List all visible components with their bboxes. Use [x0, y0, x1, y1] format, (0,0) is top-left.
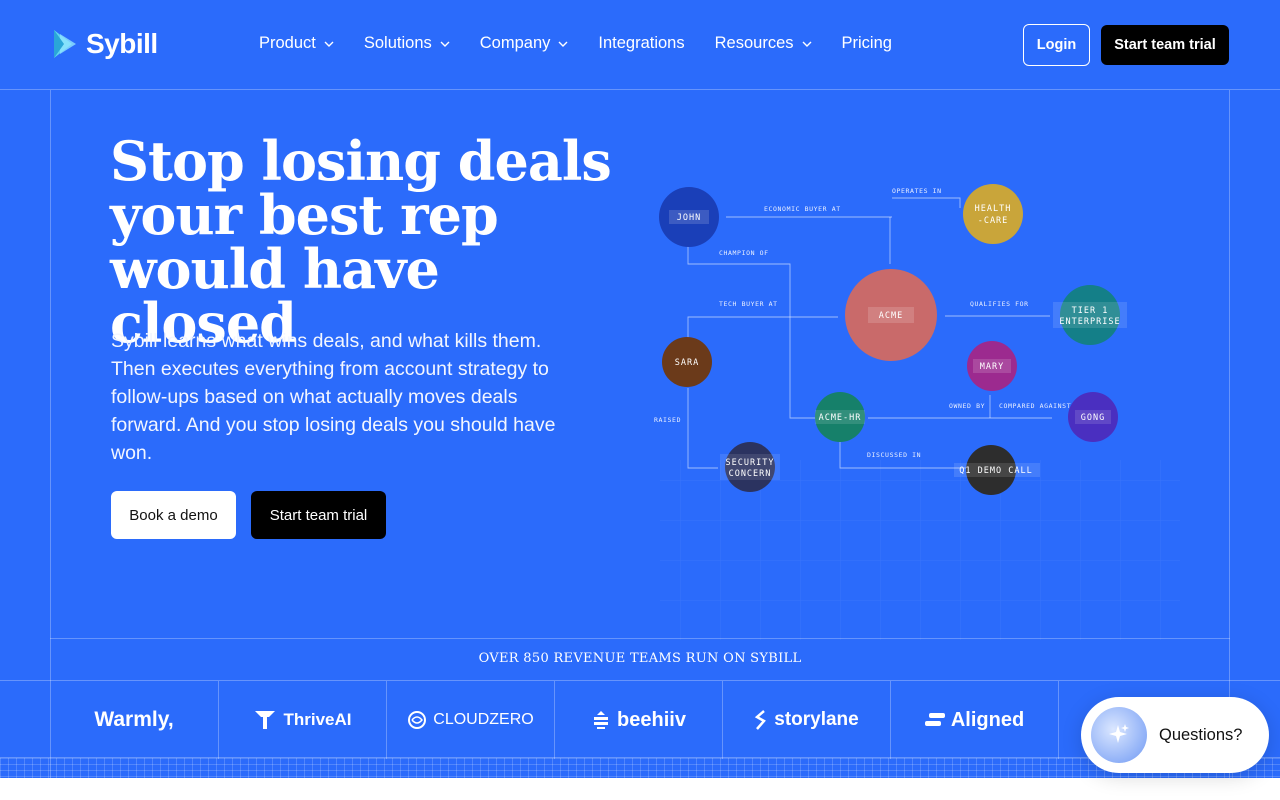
- chevron-down-icon: [440, 41, 450, 47]
- node-label: -CARE: [978, 216, 1009, 226]
- nav-item-integrations[interactable]: Integrations: [598, 34, 684, 53]
- chevron-down-icon: [324, 41, 334, 47]
- social-proof-headline: OVER 850 REVENUE TEAMS RUN ON SYBILL: [478, 651, 802, 666]
- nav-item-label: Pricing: [841, 34, 892, 52]
- chevron-down-icon: [802, 41, 811, 47]
- nav-item-label: Product: [259, 34, 316, 52]
- divider: [50, 638, 1230, 639]
- edge-label: COMPARED AGAINST: [999, 402, 1071, 410]
- edge-line: [892, 197, 961, 208]
- edge-line: [687, 246, 816, 419]
- customer-logo-cloudzero: CLOUDZERO: [387, 681, 555, 759]
- graph-node-sara[interactable]: SARA: [662, 337, 712, 387]
- hero-headline: Stop losing deals your best rep would ha…: [110, 134, 630, 350]
- node-label: MARY: [980, 362, 1004, 372]
- node-label: CONCERN: [729, 469, 772, 479]
- chat-widget-label: Questions?: [1159, 725, 1243, 744]
- logo-text: ThriveAI: [283, 710, 352, 729]
- edge-label: RAISED: [654, 416, 681, 424]
- edge-label: OWNED BY: [949, 402, 985, 410]
- nav-item-label: Company: [479, 34, 551, 52]
- node-label: ACME: [879, 311, 903, 321]
- logo-text: CLOUDZERO: [433, 711, 534, 728]
- top-navigation: Sybill Product Solutions Company Integra…: [0, 0, 1280, 90]
- sybill-logo-icon: [54, 30, 76, 58]
- node-label: ACME-HR: [819, 413, 862, 423]
- customer-logo-warmly: Warmly,: [50, 681, 219, 759]
- nav-item-label: Solutions: [363, 34, 432, 52]
- start-team-trial-button[interactable]: Start team trial: [251, 491, 386, 539]
- graph-node-john[interactable]: JOHN: [659, 187, 719, 247]
- cloudzero-logo-icon: [408, 711, 427, 729]
- nav-item-pricing[interactable]: Pricing: [842, 34, 892, 53]
- edge-line: [687, 316, 838, 380]
- logo-text: Aligned: [950, 708, 1025, 731]
- edge-label: OPERATES IN: [892, 187, 942, 195]
- graph-canvas: ECONOMIC BUYER AT OPERATES IN CHAMPION O…: [654, 184, 1180, 640]
- logo-text: beehiiv: [617, 708, 686, 731]
- node-label: HEALTH: [975, 204, 1012, 214]
- storylane-logo-icon: [755, 710, 767, 730]
- edge-label: QUALIFIES FOR: [970, 300, 1029, 308]
- nav-item-label: Integrations: [598, 34, 685, 52]
- chevron-down-icon: [558, 41, 568, 47]
- headline-line: Stop losing deals: [110, 129, 612, 193]
- nav-item-company[interactable]: Company: [480, 34, 569, 53]
- edge-label: CHAMPION OF: [719, 249, 769, 257]
- thriveai-logo-icon: [255, 711, 276, 729]
- decorative-grid-band: [0, 758, 1280, 778]
- logo-text: storylane: [774, 709, 859, 730]
- graph-node-acmehr[interactable]: ACME-HR: [815, 392, 865, 442]
- login-button[interactable]: Login: [1023, 24, 1090, 66]
- graph-node-healthcare[interactable]: HEALTH -CARE: [963, 184, 1023, 244]
- node-label: SECURITY: [726, 458, 775, 468]
- node-label: Q1 DEMO CALL: [959, 466, 1032, 476]
- edge-label: DISCUSSED IN: [867, 451, 921, 459]
- deal-knowledge-graph: ECONOMIC BUYER AT OPERATES IN CHAMPION O…: [640, 160, 1180, 640]
- logo-text: Warmly,: [94, 708, 174, 731]
- customer-logo-aligned: Aligned: [891, 681, 1059, 759]
- next-section-edge: [0, 778, 1280, 800]
- brand-name: Sybill: [86, 28, 158, 59]
- nav-item-product[interactable]: Product: [259, 34, 334, 53]
- customer-logo-storylane: storylane: [723, 681, 891, 759]
- nav-item-resources[interactable]: Resources: [715, 34, 812, 53]
- brand-logo[interactable]: Sybill: [50, 28, 158, 60]
- node-label: JOHN: [677, 213, 701, 223]
- start-team-trial-button-nav[interactable]: Start team trial: [1101, 25, 1229, 65]
- customer-logo-thriveai: ThriveAI: [219, 681, 387, 759]
- edge-line: [687, 388, 718, 469]
- node-label: GONG: [1081, 413, 1105, 423]
- edge-label: ECONOMIC BUYER AT: [764, 205, 841, 213]
- book-demo-button[interactable]: Book a demo: [111, 491, 236, 539]
- nav-item-label: Resources: [714, 34, 794, 52]
- beehiiv-logo-icon: [594, 711, 609, 729]
- nav-item-solutions[interactable]: Solutions: [364, 34, 450, 53]
- graph-node-acme[interactable]: ACME: [845, 269, 937, 361]
- graph-node-tier1[interactable]: TIER 1 ENTERPRISE: [1053, 285, 1127, 345]
- main-menu: Product Solutions Company Integrations R…: [259, 34, 922, 53]
- graph-node-gong[interactable]: GONG: [1068, 392, 1118, 442]
- graph-node-mary[interactable]: MARY: [967, 341, 1017, 391]
- node-label: TIER 1: [1072, 306, 1109, 316]
- customer-logo-beehiiv: beehiiv: [555, 681, 723, 759]
- hero-subtext: Sybill learns what wins deals, and what …: [111, 330, 556, 464]
- headline-line: your best rep: [110, 183, 499, 247]
- node-label: SARA: [675, 358, 699, 368]
- edge-label: TECH BUYER AT: [719, 300, 778, 308]
- node-label: ENTERPRISE: [1059, 317, 1120, 327]
- aligned-logo-icon: [924, 713, 945, 726]
- chat-widget-button[interactable]: Questions?: [1081, 697, 1269, 773]
- sparkle-icon: [1091, 707, 1147, 763]
